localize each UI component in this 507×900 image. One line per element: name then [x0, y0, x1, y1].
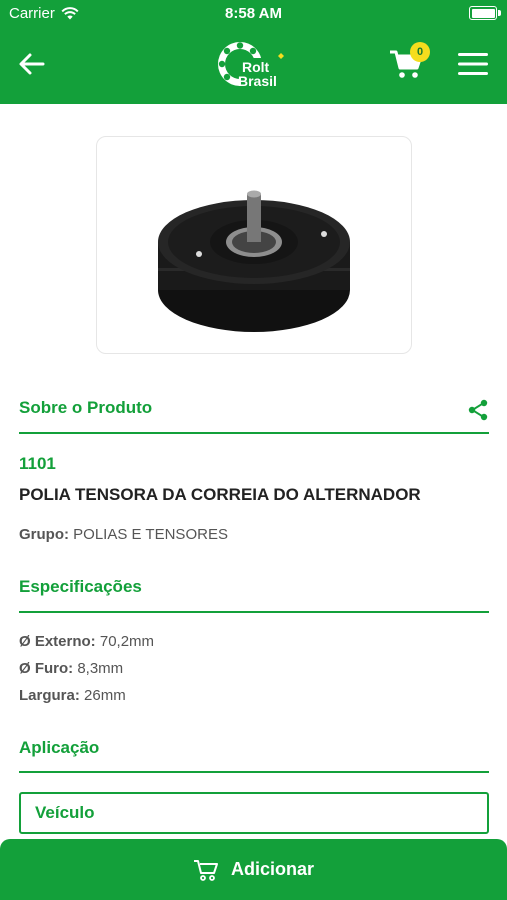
product-name: POLIA TENSORA DA CORREIA DO ALTERNADOR	[19, 485, 421, 504]
status-time: 8:58 AM	[225, 5, 282, 22]
spec-value: 26mm	[84, 687, 126, 704]
share-icon[interactable]	[466, 398, 490, 422]
group-label: Grupo:	[19, 526, 69, 543]
rolt-brasil-logo: Rolt Brasil	[218, 42, 284, 89]
specs-divider	[19, 611, 489, 613]
product-group: Grupo: POLIAS E TENSORES	[19, 526, 228, 543]
hamburger-menu-icon[interactable]	[456, 50, 490, 78]
spec-label: Ø Externo:	[19, 633, 96, 650]
spec-row: Ø Externo: 70,2mm	[19, 633, 154, 650]
spec-label: Largura:	[19, 687, 80, 704]
application-title: Aplicação	[19, 738, 100, 757]
application-divider	[19, 771, 489, 773]
group-value: POLIAS E TENSORES	[73, 526, 228, 543]
status-bar: Carrier 8:58 AM	[0, 0, 507, 28]
arrow-left-icon[interactable]	[16, 48, 48, 80]
add-button-label: Adicionar	[230, 859, 314, 879]
vehicle-column-header: Veículo	[35, 803, 95, 822]
logo-text-brasil: Brasil	[238, 73, 277, 89]
add-to-cart-button[interactable]: Adicionar	[0, 839, 507, 900]
spec-value: 8,3mm	[77, 660, 124, 677]
battery-icon	[469, 6, 501, 20]
product-code: 1101	[19, 454, 56, 473]
spec-value: 70,2mm	[99, 633, 155, 650]
cart-icon	[193, 859, 218, 881]
spec-label: Ø Furo:	[19, 660, 74, 677]
specs-title: Especificações	[19, 577, 142, 596]
product-image[interactable]	[96, 136, 412, 354]
about-product-title: Sobre o Produto	[19, 398, 153, 417]
vehicle-table-header: Veículo	[19, 792, 489, 834]
spec-row: Ø Furo: 8,3mm	[19, 660, 123, 677]
top-navigation: Rolt Brasil 0	[0, 28, 507, 104]
spec-row: Largura: 26mm	[19, 687, 126, 704]
pulley-product-image	[158, 190, 350, 332]
cart-count-badge: 0	[410, 42, 430, 62]
about-divider	[19, 432, 489, 434]
